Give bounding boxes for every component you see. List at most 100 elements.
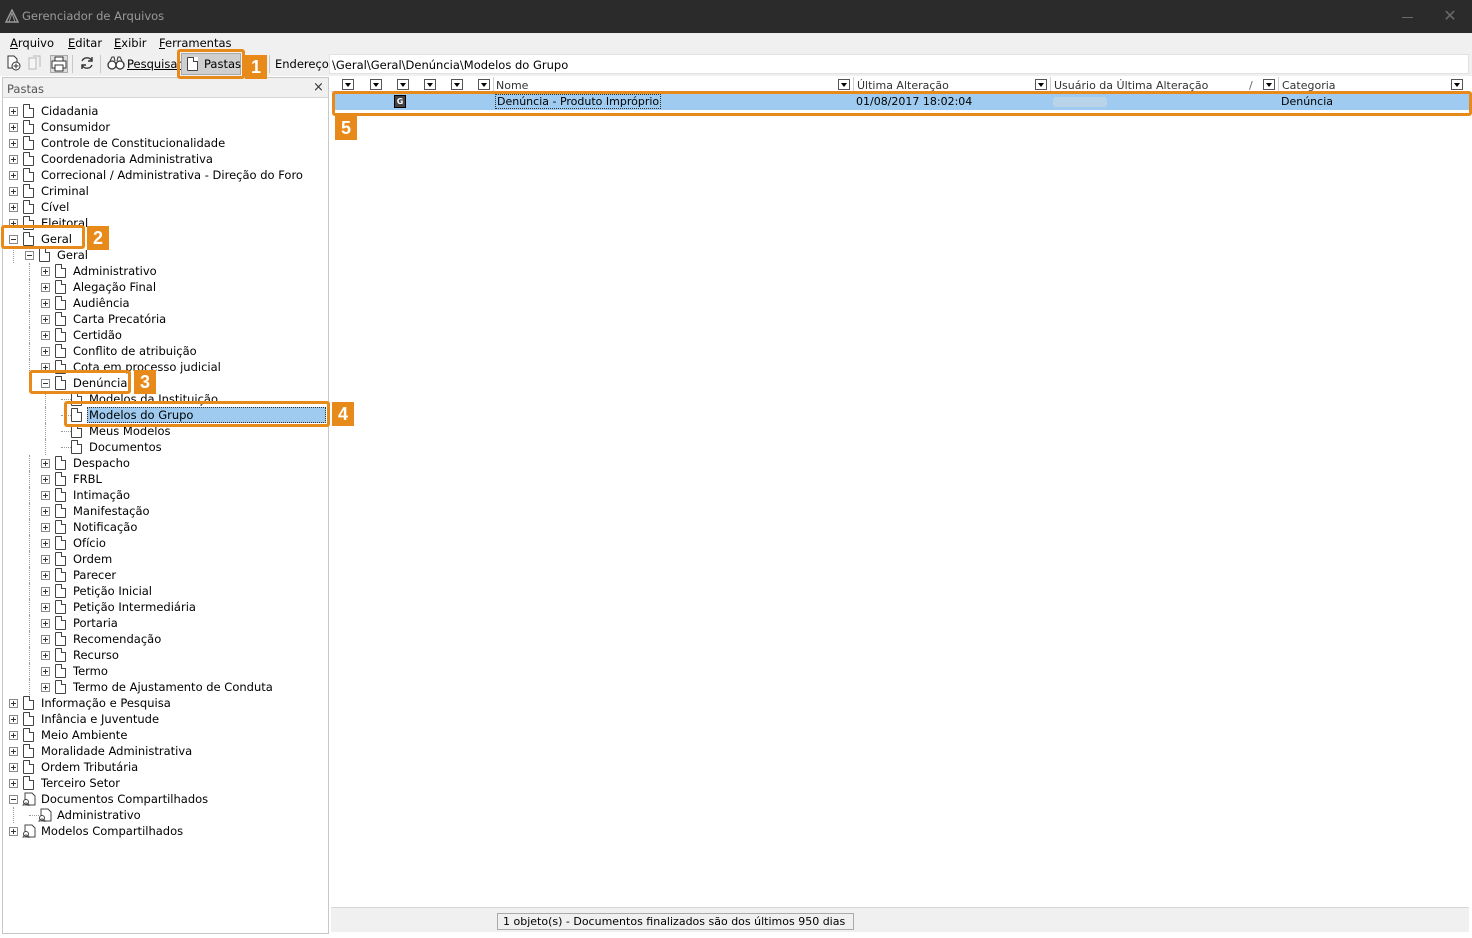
column-filter-dropdown[interactable] [1451,79,1463,90]
tree-item[interactable]: Correcional / Administrativa - Direção d… [3,167,328,183]
expand-icon[interactable] [9,731,18,740]
tree-item[interactable]: Ordem Tributária [3,759,328,775]
tree-item[interactable]: Cível [3,199,328,215]
copy-document-icon[interactable] [26,55,44,73]
tree-item[interactable]: FRBL [3,471,328,487]
tree-item[interactable]: Parecer [3,567,328,583]
tree-item[interactable]: Recomendação [3,631,328,647]
column-filter-dropdown[interactable] [478,79,490,90]
expand-icon[interactable] [9,779,18,788]
expand-icon[interactable] [41,651,50,660]
tree-item[interactable]: Controle de Constitucionalidade [3,135,328,151]
expand-icon[interactable] [41,299,50,308]
expand-icon[interactable] [41,267,50,276]
column-filter-dropdown[interactable] [1263,79,1275,90]
tree-item[interactable]: Terceiro Setor [3,775,328,791]
expand-icon[interactable] [41,347,50,356]
minimize-button[interactable] [1395,8,1421,26]
expand-icon[interactable] [41,459,50,468]
expand-icon[interactable] [41,331,50,340]
expand-icon[interactable] [9,155,18,164]
expand-icon[interactable] [41,523,50,532]
tree-item[interactable]: Informação e Pesquisa [3,695,328,711]
tree-item[interactable]: Meio Ambiente [3,727,328,743]
tree-item[interactable]: Infância e Juventude [3,711,328,727]
column-filter-dropdown[interactable] [451,79,463,90]
tree-item[interactable]: Administrativo [3,807,328,823]
menu-ferramentas[interactable]: Ferramentas [159,36,232,50]
expand-icon[interactable] [41,587,50,596]
address-field[interactable]: \Geral\Geral\Denúncia\Modelos do Grupo [329,54,1469,74]
column-filter-dropdown[interactable] [342,79,354,90]
column-filter-dropdown[interactable] [370,79,382,90]
tree-item[interactable]: Modelos Compartilhados [3,823,328,839]
close-window-button[interactable]: ✕ [1437,6,1463,26]
menu-editar[interactable]: Editar [68,36,102,50]
expand-icon[interactable] [41,635,50,644]
expand-icon[interactable] [9,747,18,756]
tree-item[interactable]: Recurso [3,647,328,663]
tree-item[interactable]: Ofício [3,535,328,551]
expand-icon[interactable] [41,555,50,564]
close-pane-icon[interactable]: × [313,80,324,95]
expand-icon[interactable] [9,139,18,148]
column-filter-dropdown[interactable] [1035,79,1047,90]
expand-icon[interactable] [9,699,18,708]
tree-item[interactable]: Intimação [3,487,328,503]
expand-icon[interactable] [9,203,18,212]
collapse-icon[interactable] [9,795,18,804]
tree-item[interactable]: Moralidade Administrativa [3,743,328,759]
menu-exibir[interactable]: Exibir [114,36,147,50]
expand-icon[interactable] [41,507,50,516]
tree-item[interactable]: Notificação [3,519,328,535]
expand-icon[interactable] [41,315,50,324]
column-filter-dropdown[interactable] [838,79,850,90]
tree-item[interactable]: Documentos [3,439,328,455]
tree-item[interactable]: Criminal [3,183,328,199]
tree-item[interactable]: Petição Intermediária [3,599,328,615]
tree-item[interactable]: Consumidor [3,119,328,135]
tree-item[interactable]: Alegação Final [3,279,328,295]
tree-item[interactable]: Administrativo [3,263,328,279]
tree-item[interactable]: Portaria [3,615,328,631]
tree-item[interactable]: Carta Precatória [3,311,328,327]
tree-item[interactable]: Despacho [3,455,328,471]
new-document-icon[interactable] [4,55,22,73]
expand-icon[interactable] [41,283,50,292]
expand-icon[interactable] [9,827,18,836]
expand-icon[interactable] [9,123,18,132]
expand-icon[interactable] [41,539,50,548]
tree-item[interactable]: Conflito de atribuição [3,343,328,359]
expand-icon[interactable] [9,171,18,180]
menu-arquivo[interactable]: Arquivo [10,36,54,50]
tree-item[interactable]: Coordenadoria Administrativa [3,151,328,167]
tree-item[interactable]: Documentos Compartilhados [3,791,328,807]
collapse-icon[interactable] [25,251,34,260]
tree-item[interactable]: Ordem [3,551,328,567]
tree-item[interactable]: Termo de Ajustamento de Conduta [3,679,328,695]
column-filter-dropdown[interactable] [424,79,436,90]
search-button[interactable]: Pesquisar [127,57,182,71]
print-icon[interactable] [50,55,68,73]
expand-icon[interactable] [41,491,50,500]
expand-icon[interactable] [41,475,50,484]
tree-item[interactable]: Cidadania [3,103,328,119]
expand-icon[interactable] [9,107,18,116]
expand-icon[interactable] [9,715,18,724]
binoculars-icon[interactable] [106,55,126,73]
expand-icon[interactable] [41,667,50,676]
tree-item[interactable]: Certidão [3,327,328,343]
expand-icon[interactable] [41,571,50,580]
tree-item[interactable]: Petição Inicial [3,583,328,599]
tree-item[interactable]: Termo [3,663,328,679]
expand-icon[interactable] [9,763,18,772]
expand-icon[interactable] [41,619,50,628]
expand-icon[interactable] [41,683,50,692]
refresh-icon[interactable] [78,55,96,73]
expand-icon[interactable] [41,603,50,612]
column-filter-dropdown[interactable] [397,79,409,90]
expand-icon[interactable] [9,187,18,196]
tree-item[interactable]: Geral [3,247,328,263]
tree-item[interactable]: Audiência [3,295,328,311]
tree-item[interactable]: Manifestação [3,503,328,519]
